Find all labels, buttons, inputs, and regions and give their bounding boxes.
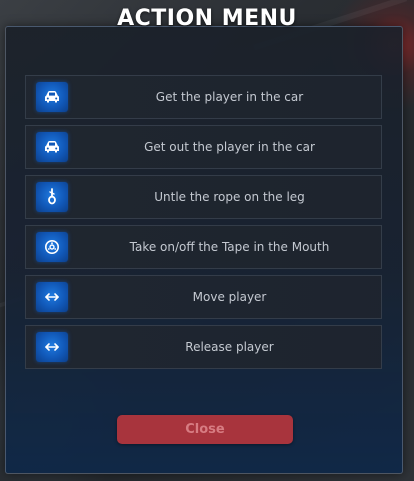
action-item-untie-rope[interactable]: Untle the rope on the leg <box>25 175 382 219</box>
action-item-move-player[interactable]: Move player <box>25 275 382 319</box>
action-item-label: Get out the player in the car <box>144 140 315 154</box>
action-item-tape-mouth[interactable]: Take on/off the Tape in the Mouth <box>25 225 382 269</box>
menu-title: ACTION MENU <box>117 6 297 31</box>
car-icon <box>36 132 68 162</box>
action-item-get-in-car[interactable]: Get the player in the car <box>25 75 382 119</box>
action-item-label: Release player <box>185 340 274 354</box>
action-item-get-out-car[interactable]: Get out the player in the car <box>25 125 382 169</box>
action-item-label: Take on/off the Tape in the Mouth <box>129 240 330 254</box>
action-item-release-player[interactable]: Release player <box>25 325 382 369</box>
close-button[interactable]: Close <box>117 415 293 444</box>
move-arrows-icon <box>36 332 68 362</box>
action-item-label: Untle the rope on the leg <box>154 190 305 204</box>
car-icon <box>36 82 68 112</box>
tape-icon <box>36 232 68 262</box>
action-menu-panel: Get the player in the car Get out the pl… <box>5 26 403 474</box>
move-arrows-icon <box>36 282 68 312</box>
action-list: Get the player in the car Get out the pl… <box>25 75 382 375</box>
rope-icon <box>36 182 68 212</box>
action-item-label: Move player <box>192 290 267 304</box>
action-item-label: Get the player in the car <box>155 90 304 104</box>
